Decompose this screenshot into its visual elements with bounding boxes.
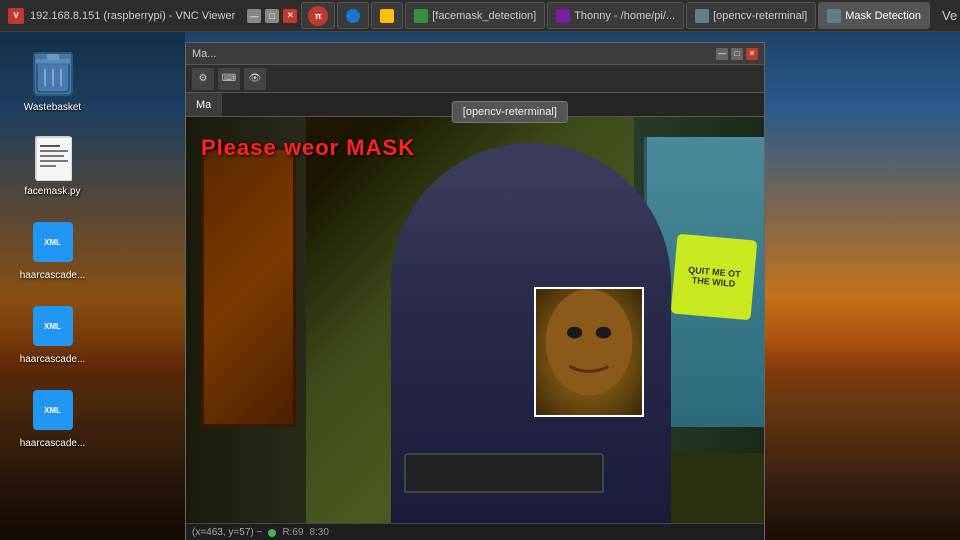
room-door bbox=[201, 147, 296, 427]
vnc-toolbar: ⚙ ⌨ 👁 bbox=[186, 65, 764, 93]
camera-feed[interactable]: QUIT ME OT THE WILD bbox=[186, 117, 764, 523]
system-tray: Ve 🔵 📶 🔊 11:31 bbox=[934, 8, 960, 24]
wastebasket-img bbox=[33, 52, 73, 96]
vnc-close-button[interactable]: ✕ bbox=[746, 48, 758, 60]
desktop-icon-haar3[interactable]: XML haarcascade... bbox=[15, 386, 90, 450]
haar3-icon: XML bbox=[29, 386, 77, 434]
laptop bbox=[404, 453, 604, 493]
haar2-label: haarcascade... bbox=[20, 354, 86, 366]
taskbar: V 192.168.8.151 (raspberrypi) - VNC View… bbox=[0, 0, 960, 32]
tab-mask-label: Mask Detection bbox=[845, 10, 921, 22]
vnc-minimize-button[interactable]: — bbox=[716, 48, 728, 60]
fridge-sticker-text: QUIT ME OT THE WILD bbox=[678, 264, 749, 290]
fridge-sticker: QUIT ME OT THE WILD bbox=[671, 234, 758, 321]
tab-thonny-label: Thonny - /home/pi/... bbox=[574, 10, 675, 22]
extra-status: 8:30 bbox=[309, 527, 328, 538]
tab-thonny[interactable]: Thonny - /home/pi/... bbox=[547, 2, 684, 29]
vnc-window-title: Ma... bbox=[192, 48, 716, 60]
status-bar: (x=463, y=57) ~ R:69 8:30 bbox=[186, 523, 764, 540]
tab-pi-logo[interactable]: π bbox=[301, 2, 335, 29]
tab-files[interactable] bbox=[371, 2, 403, 29]
wastebasket-icon bbox=[29, 50, 77, 98]
haar2-icon: XML bbox=[29, 302, 77, 350]
vnc-window-controls: — □ ✕ bbox=[716, 48, 758, 60]
toolbar-view-button[interactable]: 👁 bbox=[244, 68, 266, 90]
desktop-icon-haar1[interactable]: XML haarcascade... bbox=[15, 218, 90, 282]
tab-terminal-facemask[interactable]: [facemask_detection] bbox=[405, 2, 545, 29]
vnc-window: Ma... — □ ✕ ⚙ ⌨ 👁 Ma [opencv-reterminal] bbox=[185, 42, 765, 540]
pi-icon: π bbox=[308, 6, 328, 26]
maximize-button[interactable]: □ bbox=[265, 9, 279, 23]
facemask-img bbox=[35, 136, 71, 180]
face-detection-box bbox=[534, 287, 644, 417]
cursor-coordinates: (x=463, y=57) ~ bbox=[192, 527, 262, 538]
haar3-label: haarcascade... bbox=[20, 438, 86, 450]
tooltip-popup: [opencv-reterminal] bbox=[452, 101, 568, 123]
desktop: V 192.168.8.151 (raspberrypi) - VNC View… bbox=[0, 0, 960, 540]
window-title-area: V 192.168.8.151 (raspberrypi) - VNC View… bbox=[0, 8, 243, 24]
haar1-label: haarcascade... bbox=[20, 270, 86, 282]
taskbar-tabs: π [facemask_detection] Thonny - /home/pi… bbox=[297, 0, 934, 31]
thonny-icon bbox=[556, 9, 570, 23]
warning-text: Please weor MASK bbox=[201, 135, 415, 161]
color-value: R:69 bbox=[282, 527, 303, 538]
tab-opencv-reterminal[interactable]: [opencv-reterminal] bbox=[686, 2, 816, 29]
content-tabs: Ma [opencv-reterminal] bbox=[186, 93, 764, 117]
haar3-img: XML bbox=[33, 390, 73, 430]
vnc-titlebar: Ma... — □ ✕ bbox=[186, 43, 764, 65]
toolbar-settings-button[interactable]: ⚙ bbox=[192, 68, 214, 90]
haar2-img: XML bbox=[33, 306, 73, 346]
desktop-icon-facemask[interactable]: facemask.py bbox=[15, 134, 90, 198]
toolbar-keyboard-button[interactable]: ⌨ bbox=[218, 68, 240, 90]
window-controls: — □ ✕ bbox=[247, 9, 297, 23]
wastebasket-label: Wastebasket bbox=[24, 102, 81, 114]
monitor-icon bbox=[695, 9, 709, 23]
desktop-icon-haar2[interactable]: XML haarcascade... bbox=[15, 302, 90, 366]
tab-globe[interactable] bbox=[337, 2, 369, 29]
content-tab-ma-label: Ma bbox=[196, 99, 211, 111]
haar1-img: XML bbox=[33, 222, 73, 262]
globe-icon bbox=[346, 9, 360, 23]
content-tab-ma[interactable]: Ma bbox=[186, 93, 222, 116]
tray-ve-icon: Ve bbox=[942, 8, 957, 23]
tooltip-text: [opencv-reterminal] bbox=[463, 106, 557, 118]
tab-terminal-label: [facemask_detection] bbox=[432, 10, 536, 22]
status-dot bbox=[268, 529, 276, 537]
mask-icon bbox=[827, 9, 841, 23]
tab-opencv-label: [opencv-reterminal] bbox=[713, 10, 807, 22]
folder-icon bbox=[380, 9, 394, 23]
vnc-icon: V bbox=[8, 8, 24, 24]
tab-mask-detection[interactable]: Mask Detection bbox=[818, 2, 930, 29]
face-content bbox=[536, 289, 642, 415]
facemask-label: facemask.py bbox=[24, 186, 80, 198]
haar1-icon: XML bbox=[29, 218, 77, 266]
desktop-icons: Wastebasket facemask.py bbox=[15, 50, 90, 450]
minimize-button[interactable]: — bbox=[247, 9, 261, 23]
vnc-maximize-button[interactable]: □ bbox=[731, 48, 743, 60]
window-title-text: 192.168.8.151 (raspberrypi) - VNC Viewer bbox=[30, 10, 235, 22]
desktop-icon-wastebasket[interactable]: Wastebasket bbox=[15, 50, 90, 114]
terminal-icon bbox=[414, 9, 428, 23]
facemask-icon bbox=[29, 134, 77, 182]
close-button[interactable]: ✕ bbox=[283, 9, 297, 23]
